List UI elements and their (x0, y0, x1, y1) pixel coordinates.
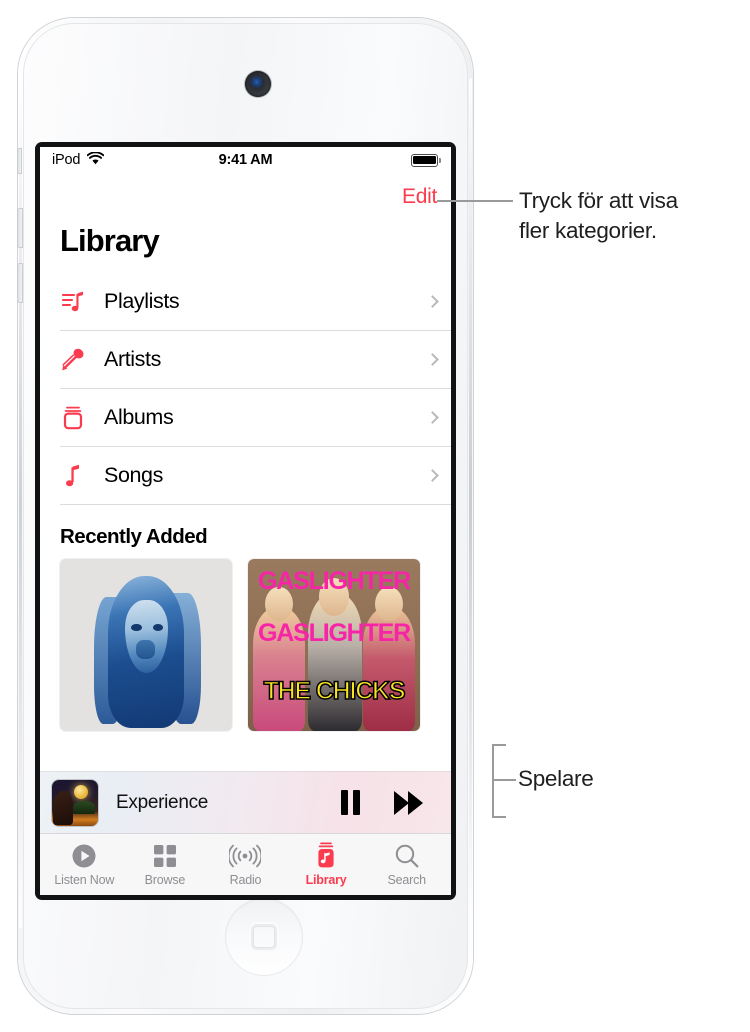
album-art-blue-portrait[interactable] (60, 559, 232, 731)
recently-added-heading: Recently Added (60, 525, 208, 548)
tab-label: Library (305, 873, 347, 887)
ipod-touch-device: iPod 9:41 AM Edit Library Playlists Arti… (17, 18, 473, 1014)
mini-player-controls (341, 790, 437, 815)
edit-button[interactable]: Edit (402, 185, 437, 209)
home-button-square-icon (251, 924, 277, 950)
status-bar-clock: 9:41 AM (218, 152, 273, 168)
albums-stack-icon (60, 405, 100, 431)
pause-icon[interactable] (341, 790, 360, 815)
library-music-icon (313, 842, 339, 869)
album-title-line-2: GASLIGHTER (258, 618, 411, 647)
tab-label: Search (387, 873, 426, 887)
edit-callout-line-2: fler kategorier. (519, 217, 657, 243)
navigation-bar: Edit (40, 173, 451, 221)
tab-search[interactable]: Search (366, 842, 447, 887)
album-art-gaslighter[interactable]: GASLIGHTER GASLIGHTER THE CHICKS (248, 559, 420, 731)
screen-bezel: iPod 9:41 AM Edit Library Playlists Arti… (35, 142, 456, 900)
chevron-right-icon (426, 353, 439, 366)
tab-listen-now[interactable]: Listen Now (44, 842, 125, 887)
sidebar-item-label: Albums (104, 405, 174, 429)
album-artist-line: THE CHICKS (263, 677, 406, 706)
radio-waves-icon (229, 842, 262, 869)
device-right-highlight (469, 78, 472, 928)
edit-callout-leader-line (437, 200, 513, 203)
page-title: Library (60, 223, 160, 258)
album-title-line-1: GASLIGHTER (258, 567, 411, 596)
player-callout-line-1: Spelare (518, 766, 594, 791)
playlist-note-icon (60, 289, 100, 315)
tab-browse[interactable]: Browse (125, 842, 206, 887)
search-icon (394, 842, 420, 869)
tab-library[interactable]: Library (286, 842, 367, 887)
fast-forward-icon[interactable] (394, 790, 423, 815)
tab-label: Radio (229, 873, 262, 887)
recently-added-grid: GASLIGHTER GASLIGHTER THE CHICKS (40, 559, 451, 731)
volume-down-button[interactable] (17, 263, 23, 303)
front-camera-icon (245, 71, 271, 97)
play-circle-icon (71, 842, 97, 869)
device-left-highlight (19, 78, 22, 928)
tab-label: Listen Now (54, 873, 115, 887)
battery-icon (411, 153, 441, 167)
screen: iPod 9:41 AM Edit Library Playlists Arti… (40, 147, 451, 895)
status-bar: iPod 9:41 AM (40, 147, 451, 173)
player-callout-leader-line (492, 779, 516, 782)
sidebar-item-playlists[interactable]: Playlists (60, 273, 451, 331)
sidebar-item-label: Artists (104, 347, 161, 371)
screenshot-root: iPod 9:41 AM Edit Library Playlists Arti… (0, 0, 750, 1032)
chevron-right-icon (426, 469, 439, 482)
sidebar-item-songs[interactable]: Songs (60, 447, 451, 505)
chevron-right-icon (426, 411, 439, 424)
edit-callout-text: Tryck för att visa fler kategorier. (519, 186, 678, 245)
mini-player[interactable]: Experience (40, 771, 451, 833)
volume-up-button[interactable] (17, 208, 23, 248)
edit-callout-line-1: Tryck för att visa (519, 188, 678, 213)
player-callout-text: Spelare (518, 764, 594, 794)
library-list: Playlists Artists Albums Songs (40, 273, 451, 505)
now-playing-artwork[interactable] (52, 779, 98, 826)
sleep-button[interactable] (17, 148, 22, 174)
music-note-icon (60, 463, 100, 489)
microphone-icon (60, 347, 100, 373)
tab-label: Browse (144, 873, 186, 887)
sidebar-item-albums[interactable]: Albums (60, 389, 451, 447)
sidebar-item-label: Songs (104, 463, 163, 487)
chevron-right-icon (426, 295, 439, 308)
tab-bar: Listen Now Browse Radio Library Search (40, 833, 451, 895)
now-playing-title: Experience (116, 791, 209, 813)
sidebar-item-artists[interactable]: Artists (60, 331, 451, 389)
home-button[interactable] (225, 898, 303, 976)
grid-squares-icon (153, 842, 177, 869)
tab-radio[interactable]: Radio (205, 842, 286, 887)
sidebar-item-label: Playlists (104, 289, 180, 313)
